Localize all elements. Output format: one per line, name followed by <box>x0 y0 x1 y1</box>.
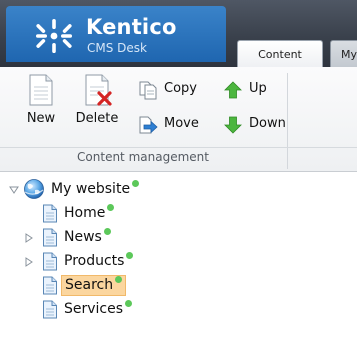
move-button[interactable]: Move <box>137 114 217 136</box>
new-label: New <box>26 111 56 126</box>
page-icon <box>43 252 57 271</box>
copy-button[interactable]: Copy <box>137 79 217 101</box>
published-status-icon <box>115 276 123 283</box>
page-icon <box>43 204 57 223</box>
published-status-icon <box>125 300 133 307</box>
tree-root: My website <box>0 178 340 202</box>
copy-icon <box>139 81 157 100</box>
arrow-down-icon <box>224 116 242 134</box>
tree-item-search[interactable]: Search <box>61 275 127 296</box>
down-button[interactable]: Down <box>222 114 288 136</box>
collapsed-chevron-icon[interactable] <box>24 257 34 267</box>
expanded-chevron-icon[interactable] <box>9 185 19 195</box>
brand-logo: Kentico CMS Desk <box>6 6 226 62</box>
tab-my-label: My <box>341 48 357 61</box>
tree-item-home[interactable]: Home <box>61 203 117 224</box>
move-label: Move <box>164 116 199 131</box>
app-header: Kentico CMS Desk Content My <box>0 0 357 68</box>
brand-name: Kentico <box>86 15 177 39</box>
move-icon <box>139 116 158 134</box>
page-icon <box>43 276 57 295</box>
delete-button[interactable]: Delete <box>70 73 124 139</box>
content-tree: My website Home News Products Search Ser… <box>0 172 357 345</box>
up-button[interactable]: Up <box>222 79 282 101</box>
ribbon-group-divider <box>0 147 357 148</box>
tree-item-services[interactable]: Services <box>61 299 135 320</box>
copy-label: Copy <box>164 81 197 96</box>
tree-item-label: Home <box>64 205 106 221</box>
delete-document-icon <box>85 74 112 106</box>
tree-item-news[interactable]: News <box>61 227 114 248</box>
kentico-logo-icon <box>36 19 72 53</box>
collapsed-chevron-icon[interactable] <box>24 233 34 243</box>
down-label: Down <box>249 116 286 131</box>
brand-subtitle: CMS Desk <box>87 41 147 55</box>
tab-content-label: Content <box>258 48 302 61</box>
tab-my[interactable]: My <box>330 40 357 67</box>
tree-root-text: My website <box>51 181 131 197</box>
tree-item: Services <box>0 298 340 322</box>
published-status-icon <box>126 252 134 259</box>
tree-item: Home <box>0 202 340 226</box>
ribbon-separator <box>287 73 288 169</box>
ribbon-toolbar: New Delete Copy Move Up Down Content man… <box>0 67 357 172</box>
tree-root-label[interactable]: My website <box>48 179 142 200</box>
published-status-icon <box>103 228 111 235</box>
delete-label: Delete <box>75 111 119 126</box>
tab-content[interactable]: Content <box>237 40 323 68</box>
published-status-icon <box>107 204 115 211</box>
tree-item: Products <box>0 250 340 274</box>
tree-item-label: Services <box>64 301 124 317</box>
tree-item-label: Products <box>64 253 125 269</box>
tree-item: Search <box>0 274 340 298</box>
tree-item-label: News <box>64 229 102 245</box>
globe-icon <box>24 179 44 199</box>
page-icon <box>43 228 57 247</box>
ribbon-group-label: Content management <box>77 150 209 164</box>
published-status-icon <box>132 180 140 187</box>
tree-item: News <box>0 226 340 250</box>
tree-item-label: Search <box>65 277 114 293</box>
tree-item-products[interactable]: Products <box>61 251 136 272</box>
arrow-up-icon <box>224 81 242 99</box>
new-document-icon <box>29 74 53 106</box>
up-label: Up <box>249 81 267 96</box>
new-button[interactable]: New <box>14 73 68 139</box>
page-icon <box>43 300 57 319</box>
